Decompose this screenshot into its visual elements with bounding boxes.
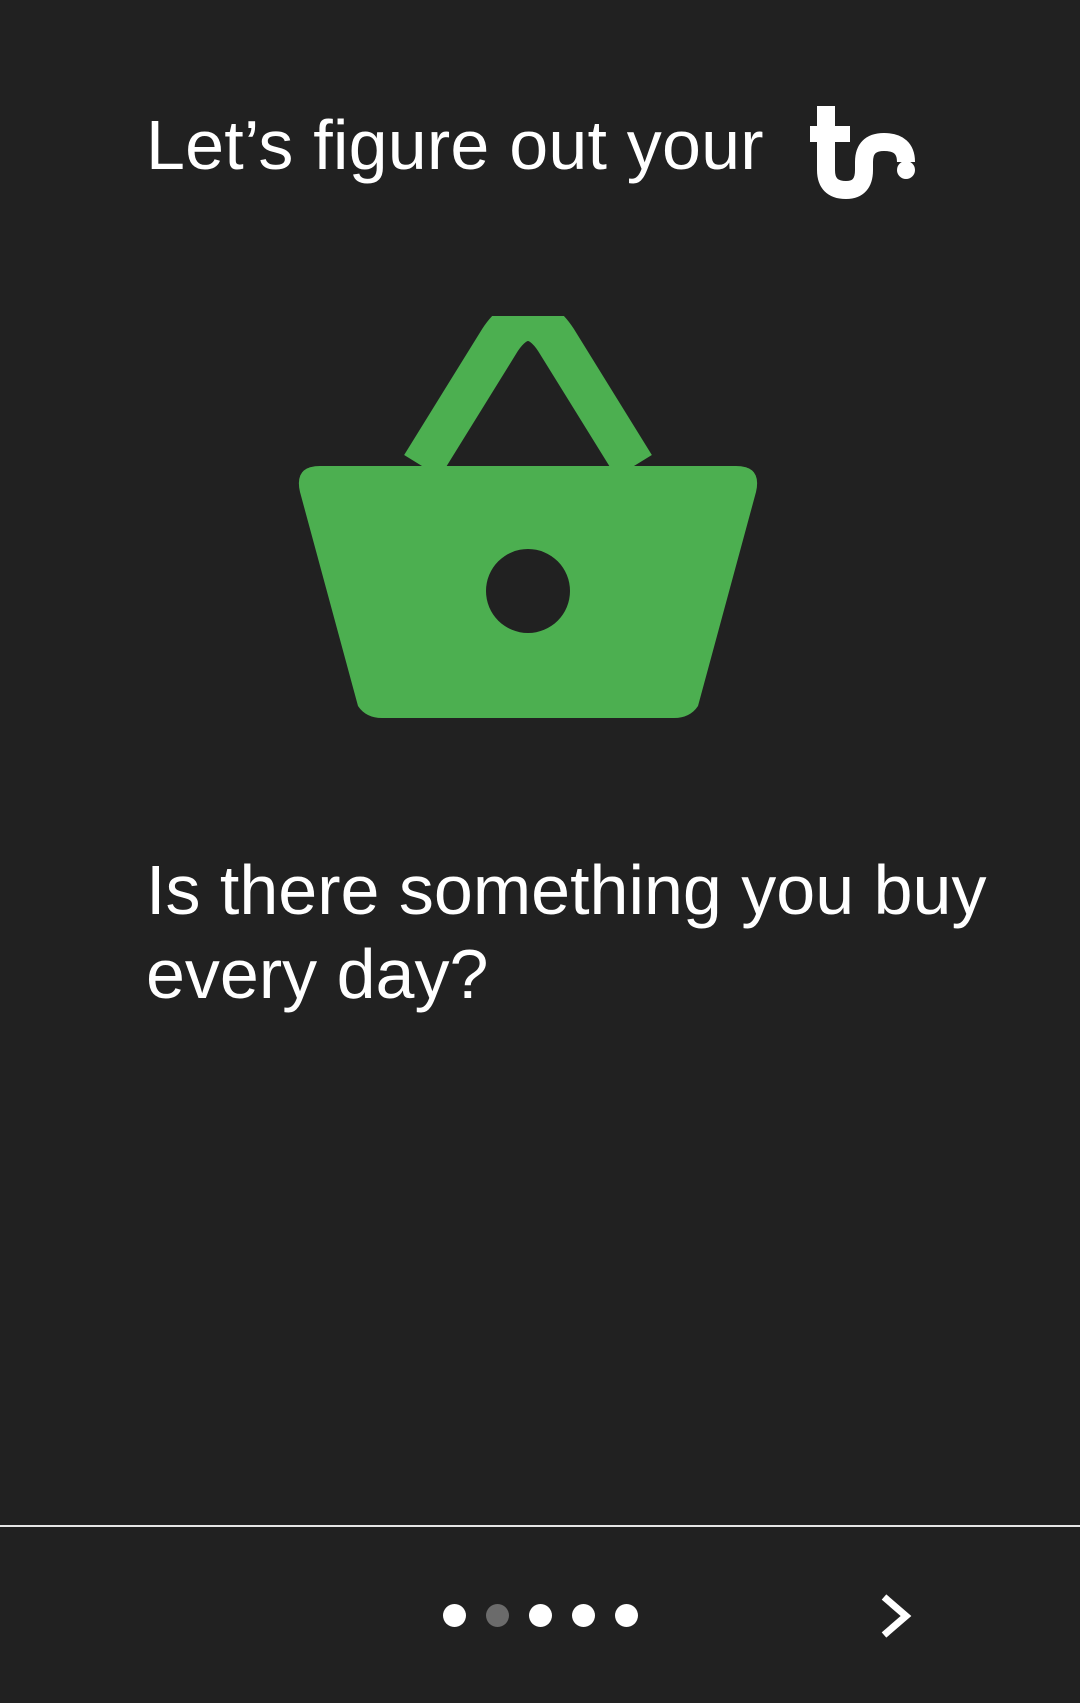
header: Let’s figure out your bbox=[146, 96, 946, 206]
next-button[interactable] bbox=[866, 1588, 926, 1644]
header-title: Let’s figure out your bbox=[146, 106, 764, 184]
page-dot-5[interactable] bbox=[615, 1604, 638, 1627]
page-dot-3[interactable] bbox=[529, 1604, 552, 1627]
shopping-basket-icon bbox=[298, 316, 758, 718]
chevron-right-icon bbox=[881, 1594, 912, 1638]
page-dot-2-active[interactable] bbox=[486, 1604, 509, 1627]
question-text: Is there something you buy every day? bbox=[146, 851, 987, 1013]
footer-divider bbox=[0, 1525, 1080, 1527]
page-indicator bbox=[443, 1604, 638, 1628]
tc-logo-icon bbox=[810, 106, 915, 200]
page-dot-1[interactable] bbox=[443, 1604, 466, 1627]
page-dot-4[interactable] bbox=[572, 1604, 595, 1627]
